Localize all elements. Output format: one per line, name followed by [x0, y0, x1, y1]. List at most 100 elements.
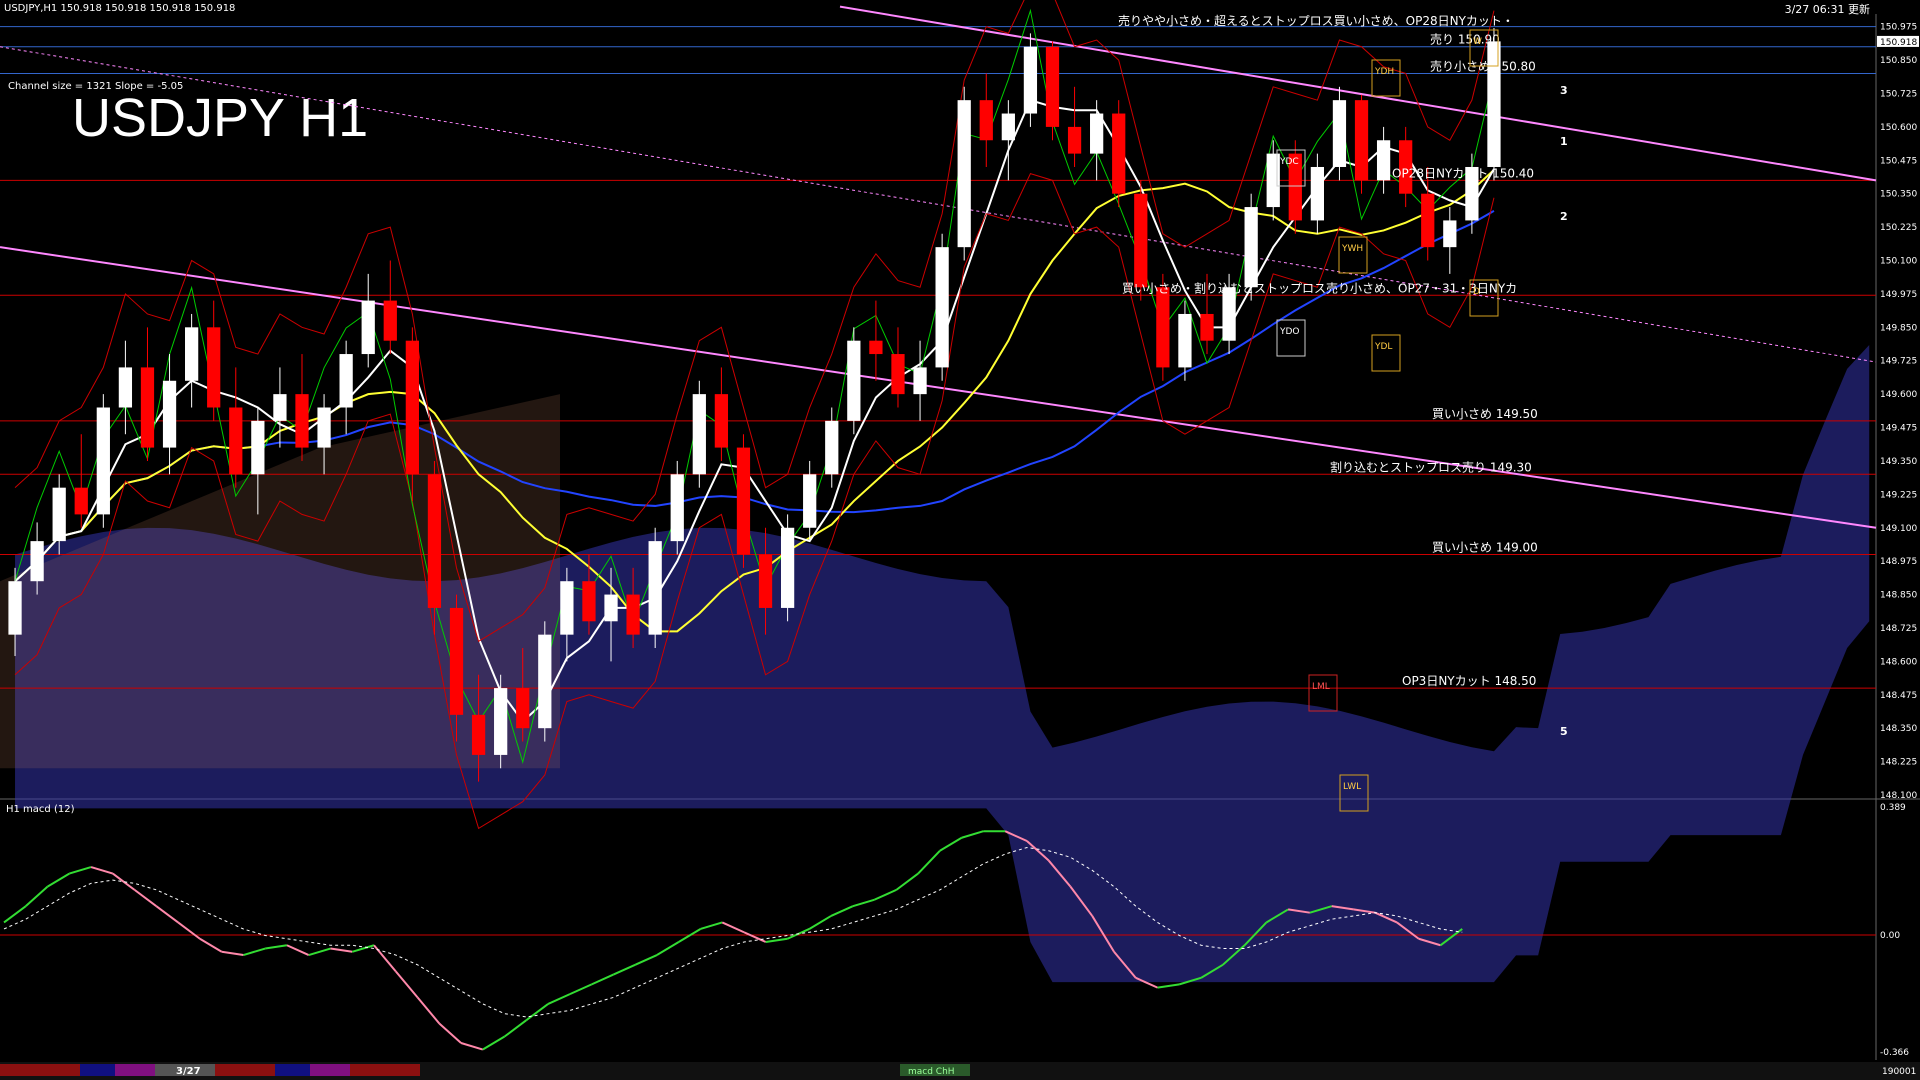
price-tick: 149.225 — [1880, 490, 1917, 500]
watermark-title: USDJPY H1 — [72, 88, 368, 148]
price-tick: 150.475 — [1880, 156, 1917, 166]
candle-body — [1332, 100, 1347, 167]
level-label: 売り 150.90 — [1430, 32, 1500, 47]
candle-body — [1266, 153, 1280, 208]
macd-tab-label: macd ChH — [908, 1067, 955, 1077]
candle-body — [648, 541, 662, 635]
price-tick: 148.975 — [1880, 557, 1917, 567]
price-tick: 148.350 — [1880, 724, 1917, 734]
candle-body — [1310, 166, 1324, 221]
candle-body — [979, 100, 993, 141]
wave-label: 3 — [1560, 84, 1568, 97]
bottom-right-label: 190001 — [1882, 1067, 1916, 1077]
wave-label: 2 — [1560, 210, 1568, 223]
candle-body — [361, 300, 375, 355]
candle-body — [207, 327, 221, 408]
candle-body — [449, 607, 464, 715]
level-label: 買い小さめ 149.00 — [1432, 540, 1538, 554]
price-tick: 148.475 — [1880, 691, 1917, 701]
pivot-label: YDO — [1279, 327, 1300, 337]
candle-body — [935, 247, 949, 368]
price-tick: 150.850 — [1880, 56, 1917, 66]
macd-axis-bottom: -0.366 — [1880, 1048, 1909, 1058]
candle-body — [273, 394, 287, 421]
price-tick: 150.350 — [1880, 190, 1917, 200]
candle-body — [1001, 113, 1015, 141]
candle-body — [957, 100, 971, 248]
candle-body — [538, 634, 552, 729]
candle-body — [891, 354, 905, 395]
candle-body — [758, 554, 773, 608]
candle-body — [1023, 46, 1038, 114]
candle-body — [494, 688, 508, 755]
price-tick: 148.225 — [1880, 758, 1917, 768]
candle-body — [516, 688, 530, 729]
candle-body — [692, 394, 706, 475]
candle-body — [74, 487, 88, 515]
candle-body — [582, 581, 596, 622]
price-tick: 150.975 — [1880, 23, 1917, 33]
candle-body — [1045, 46, 1060, 127]
candle-body — [118, 367, 133, 408]
symbol-info: USDJPY,H1 150.918 150.918 150.918 150.91… — [4, 3, 235, 14]
level-label: OP3日NYカット 148.50 — [1402, 674, 1536, 688]
price-tick: 150.725 — [1880, 89, 1917, 99]
pivot-label: YDH — [1374, 67, 1394, 77]
price-tick: 149.350 — [1880, 457, 1917, 467]
candle-body — [251, 420, 265, 475]
candle-body — [8, 581, 22, 635]
candle-body — [1244, 207, 1258, 288]
timestamp: 3/27 06:31 更新 — [1785, 2, 1870, 16]
candle-body — [383, 300, 397, 341]
candle-body — [869, 340, 883, 355]
level-label: 割り込むとストップロス売り 149.30 — [1330, 459, 1532, 474]
price-tick: 150.225 — [1880, 223, 1917, 233]
candle-body — [604, 594, 618, 622]
candle-body — [1067, 126, 1082, 154]
level-label: 売りやや小さめ・超えるとストップロス買い小さめ、OP28日NYカット・ — [1118, 13, 1514, 28]
candle-body — [1134, 193, 1148, 288]
candle-body — [1156, 287, 1170, 368]
price-tick: 149.975 — [1880, 290, 1917, 300]
price-tick: 149.725 — [1880, 357, 1917, 367]
candle-body — [1443, 220, 1457, 248]
candle-body — [1090, 113, 1104, 154]
candle-body — [471, 714, 486, 755]
candle-body — [1112, 113, 1126, 194]
candle-body — [780, 527, 795, 608]
level-label: 買い小さめ 149.50 — [1432, 407, 1538, 421]
candle-body — [626, 594, 640, 635]
candle-body — [1421, 193, 1435, 248]
bottom-date: 3/27 — [176, 1066, 201, 1077]
candle-body — [229, 407, 243, 475]
price-tick: 150.100 — [1880, 257, 1917, 267]
candle-body — [1376, 140, 1391, 181]
wave-label: 5 — [1560, 725, 1568, 738]
price-tick: 149.850 — [1880, 323, 1917, 333]
level-label: OP28日NYカット 150.40 — [1392, 166, 1534, 180]
usdjpy-h1-chart[interactable]: USDJPY,H1 150.918 150.918 150.918 150.91… — [0, 0, 1920, 1080]
pivot-label: W — [1473, 37, 1482, 47]
macd-axis-zero: 0.00 — [1880, 931, 1900, 941]
pivot-label: YDL — [1374, 342, 1392, 352]
candle-body — [803, 474, 817, 528]
candle-body — [317, 407, 331, 448]
candle-body — [52, 487, 66, 542]
candle-body — [670, 474, 684, 542]
pivot-label: D — [1473, 287, 1480, 297]
candle-body — [162, 380, 177, 448]
candle-body — [1354, 100, 1369, 181]
price-tick: 149.475 — [1880, 424, 1917, 434]
candle-body — [295, 394, 309, 448]
price-tick: 149.100 — [1880, 524, 1917, 534]
macd-title: H1 macd (12) — [6, 804, 75, 815]
price-tick: 148.600 — [1880, 657, 1917, 667]
pivot-label: LML — [1312, 682, 1330, 692]
candle-body — [913, 367, 927, 395]
candle-body — [185, 327, 199, 381]
price-tick: 149.600 — [1880, 390, 1917, 400]
candle-body — [339, 354, 353, 408]
candle-body — [96, 407, 110, 515]
pivot-label: YDC — [1279, 157, 1299, 167]
wave-label: 1 — [1560, 135, 1568, 148]
